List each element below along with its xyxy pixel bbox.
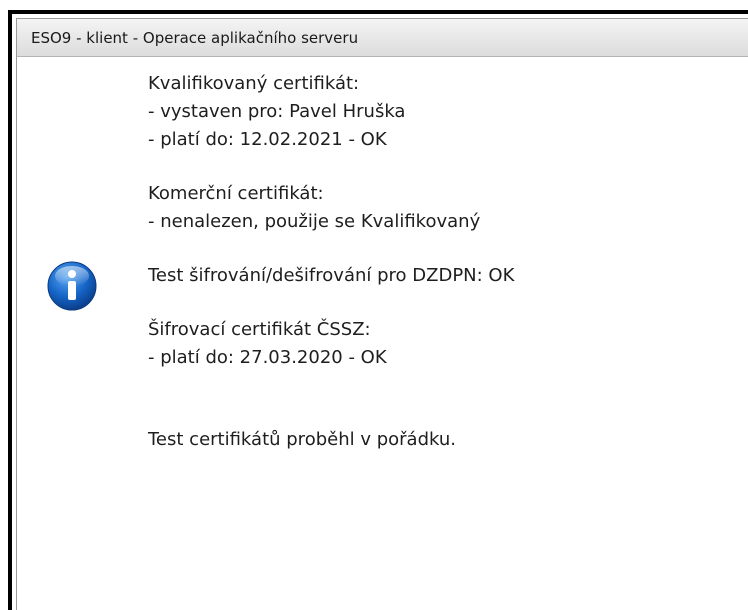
dialog-title: ESO9 - klient - Operace aplikačního serv… [31, 29, 359, 47]
info-icon [47, 261, 97, 311]
dialog-frame: ESO9 - klient - Operace aplikačního serv… [8, 10, 748, 610]
qualified-cert-heading: Kvalifikovaný certifikát: [148, 73, 360, 94]
cssz-cert-valid-until: - platí do: 27.03.2020 - OK [148, 347, 387, 368]
commercial-cert-heading: Komerční certifikát: [148, 183, 324, 204]
cssz-cert-heading: Šifrovací certifikát ČSSZ: [148, 319, 371, 340]
dialog-title-bar[interactable]: ESO9 - klient - Operace aplikačního serv… [17, 19, 748, 57]
encryption-test-result: Test šifrování/dešifrování pro DZDPN: OK [148, 265, 515, 286]
summary-text: Test certifikátů proběhl v pořádku. [148, 429, 457, 450]
qualified-cert-issued-to: - vystaven pro: Pavel Hruška [148, 101, 406, 122]
commercial-cert-status: - nenalezen, použije se Kvalifikovaný [148, 211, 481, 232]
message-dialog: ESO9 - klient - Operace aplikačního serv… [16, 18, 748, 610]
message-text: Kvalifikovaný certifikát: - vystaven pro… [148, 70, 708, 454]
qualified-cert-valid-until: - platí do: 12.02.2021 - OK [148, 129, 387, 150]
